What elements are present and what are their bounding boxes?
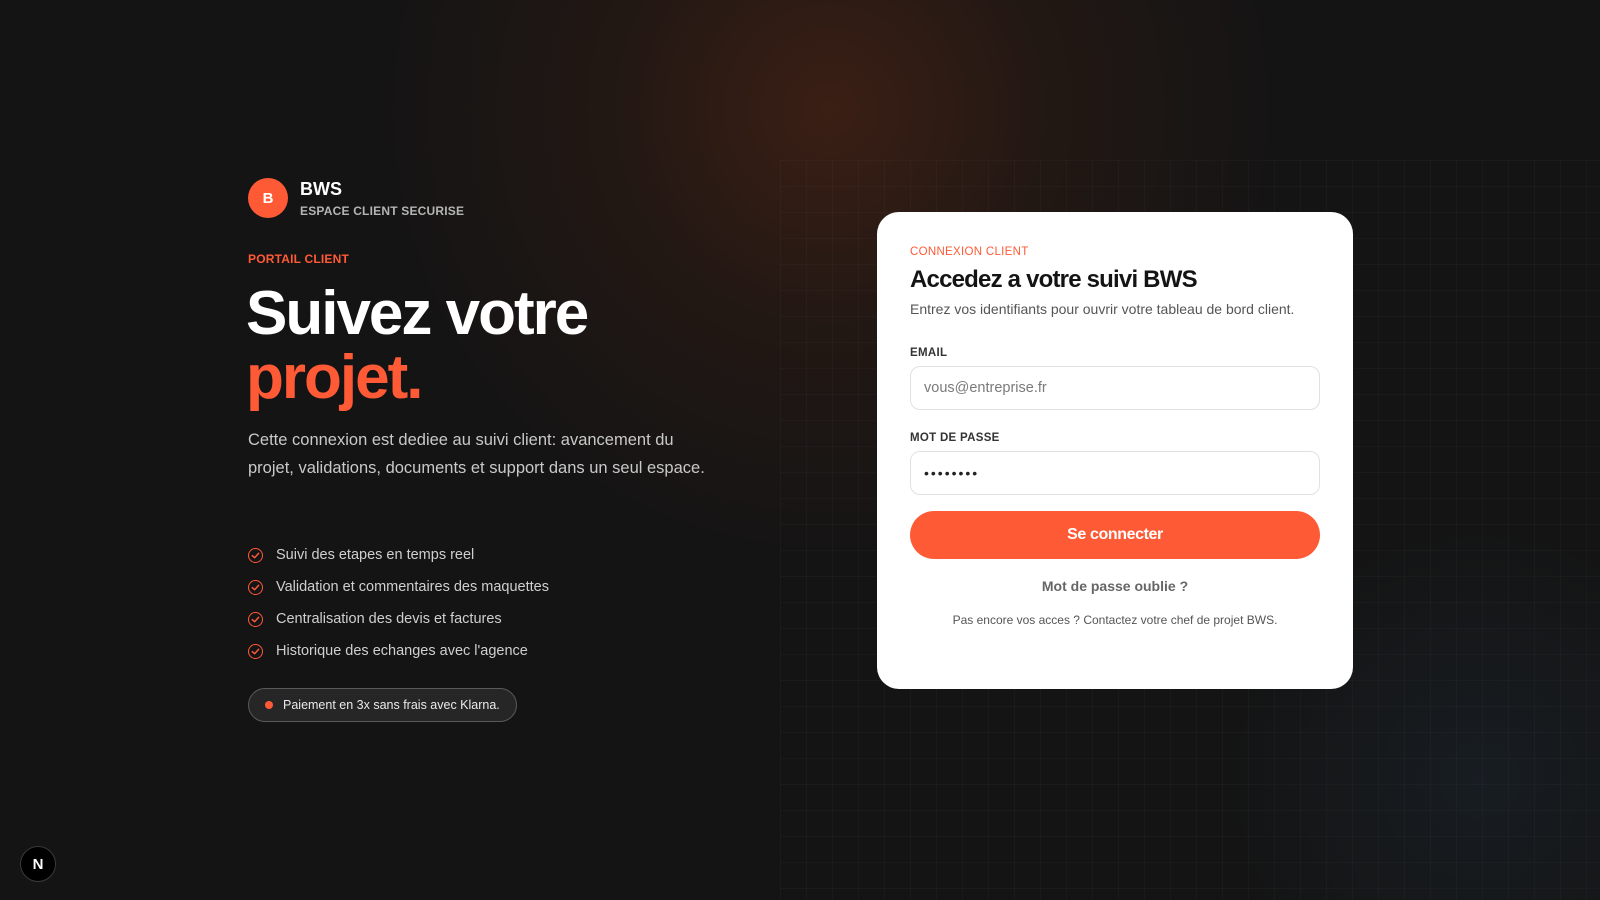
feature-label: Validation et commentaires des maquettes [276,579,549,595]
brand-logo: B [248,178,288,218]
feature-item: Suivi des etapes en temps reel [248,539,549,571]
headline-line-2: projet. [246,343,423,412]
page: B BWS ESPACE CLIENT SECURISE PORTAIL CLI… [0,0,1600,900]
feature-item: Centralisation des devis et factures [248,603,549,635]
check-circle-icon [248,643,263,659]
brand: B BWS ESPACE CLIENT SECURISE [248,178,464,218]
login-description: Entrez vos identifiants pour ouvrir votr… [910,301,1295,317]
check-circle-icon [248,547,263,563]
email-label: EMAIL [910,347,948,359]
check-circle-icon [248,611,263,627]
password-field[interactable] [910,451,1320,495]
feature-item: Historique des echanges avec l'agence [248,635,549,667]
hero-intro: Cette connexion est dediee au suivi clie… [248,431,705,477]
login-eyebrow: CONNEXION CLIENT [910,246,1029,258]
brand-name: BWS [300,178,342,199]
nextjs-icon[interactable]: N [20,846,56,882]
feature-item: Validation et commentaires des maquettes [248,571,549,603]
feature-label: Suivi des etapes en temps reel [276,547,475,563]
brand-text: BWS ESPACE CLIENT SECURISE [300,179,464,218]
promo-text: Paiement en 3x sans frais avec Klarna. [283,698,500,712]
login-button[interactable]: Se connecter [910,511,1320,559]
feature-label: Historique des echanges avec l'agence [276,643,528,659]
feature-label: Centralisation des devis et factures [276,611,502,627]
forgot-password-link[interactable]: Mot de passe oublie ? [910,578,1320,594]
brand-subtitle: ESPACE CLIENT SECURISE [300,203,465,218]
login-card: CONNEXION CLIENT Accedez a votre suivi B… [877,212,1353,689]
hero-headline: Suivez votre projet. [246,279,589,412]
headline-line-1: Suivez votre [246,279,589,348]
contact-text: Pas encore vos acces ? Contactez votre c… [952,613,1278,627]
feature-list: Suivi des etapes en temps reel Validatio… [248,539,549,667]
klarna-promo-badge: Paiement en 3x sans frais avec Klarna. [248,688,517,722]
check-circle-icon [248,579,263,595]
hero-eyebrow: PORTAIL CLIENT [248,252,350,266]
password-label: MOT DE PASSE [910,432,1000,444]
email-field[interactable] [910,366,1320,410]
login-title: Accedez a votre suivi BWS [910,266,1198,293]
status-dot-icon [265,701,273,709]
